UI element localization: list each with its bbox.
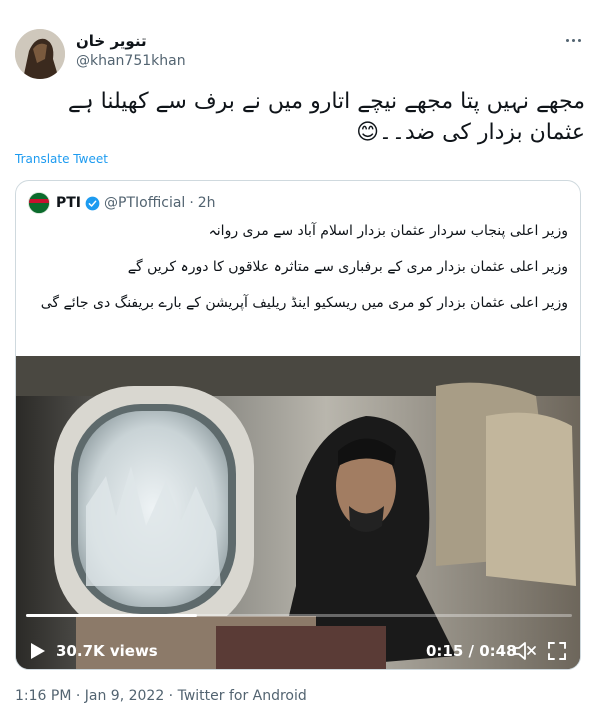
quoted-line: وزیر اعلی عثمان بزدار کو مری میں ریسکیو … <box>40 295 568 311</box>
play-icon[interactable] <box>30 642 46 660</box>
quoted-author-name[interactable]: PTI <box>56 195 81 211</box>
author-handle[interactable]: @khan751khan <box>76 53 186 69</box>
quoted-line: وزیر اعلی پنجاب سردار عثمان بزدار اسلام … <box>208 223 568 239</box>
video-progress-fill <box>26 614 197 617</box>
pti-logo <box>28 192 50 214</box>
mute-icon[interactable] <box>513 640 537 662</box>
quoted-tweet-header: PTI @PTIofficial · 2h <box>28 192 220 214</box>
video-time: 0:15 / 0:48 <box>426 642 517 660</box>
video-player[interactable]: 30.7K views 0:15 / 0:48 <box>16 356 580 669</box>
author-name[interactable]: تنویر خان <box>76 32 147 50</box>
fullscreen-icon[interactable] <box>546 640 568 662</box>
quoted-line: وزیر اعلی عثمان بزدار مری کے برفباری سے … <box>127 259 568 275</box>
quoted-author-handle[interactable]: @PTIofficial <box>104 195 185 211</box>
avatar[interactable] <box>15 29 65 79</box>
tweet-meta[interactable]: 1:16 PM · Jan 9, 2022 · Twitter for Andr… <box>15 688 307 704</box>
tweet-text: مجھے نہیں پتا مجھے نیچے اتارو میں نے برف… <box>67 89 585 145</box>
verified-badge-icon <box>85 196 100 210</box>
quoted-tweet[interactable]: PTI @PTIofficial · 2h وزیر اعلی پنجاب سر… <box>15 180 581 670</box>
video-progress-bar[interactable] <box>26 614 572 617</box>
video-frame <box>16 356 580 669</box>
more-options-icon[interactable] <box>561 31 585 49</box>
quoted-time[interactable]: 2h <box>198 195 216 211</box>
view-count: 30.7K views <box>56 642 158 660</box>
quoted-text: وزیر اعلی پنجاب سردار عثمان بزدار اسلام … <box>28 221 568 329</box>
translate-tweet-link[interactable]: Translate Tweet <box>15 152 108 166</box>
separator-dot: · <box>189 195 194 211</box>
